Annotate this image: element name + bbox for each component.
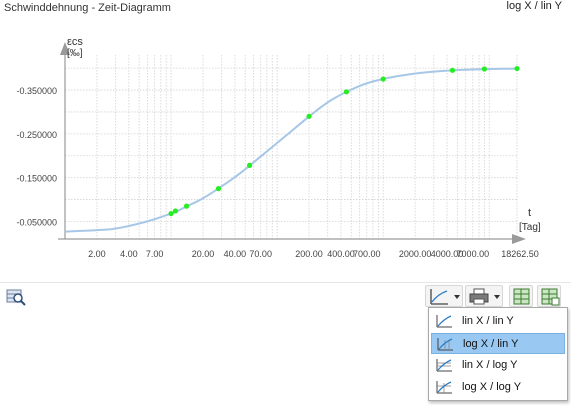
data-point-markers [168, 65, 520, 217]
axis-scale-menu: lin X / lin Y log X / lin Y lin X / log … [428, 307, 568, 401]
data-point-marker [343, 89, 350, 95]
x-tick-label: 2.00 [88, 249, 106, 259]
chart-grid [64, 55, 518, 239]
data-point-marker [168, 210, 174, 217]
export-table-icon [513, 288, 530, 305]
data-point-marker [215, 186, 222, 192]
chart-axes [58, 42, 526, 244]
log-lin-scale-icon [437, 338, 453, 351]
y-axis-symbol: εcs [67, 36, 83, 48]
log-log-scale-icon [436, 381, 452, 394]
shrinkage-time-chart: εcs [‰] t [Tag] -0.050000 -0.150000 -0.250… [16, 36, 541, 259]
zoom-table-button[interactable] [3, 285, 27, 307]
data-point-marker [246, 162, 253, 168]
y-tick-label: -0.150000 [16, 174, 57, 184]
data-point-marker [172, 208, 179, 214]
data-point-marker [306, 113, 312, 119]
x-tick-labels: 2.00 4.00 7.00 20.00 40.00 70.00 200.00 400.007… [88, 249, 539, 259]
y-tick-label: -0.350000 [16, 86, 57, 96]
y-tick-label: -0.250000 [16, 130, 57, 140]
menu-item-log-x-log-y[interactable]: log X / log Y [431, 377, 565, 398]
data-point-marker [183, 203, 190, 209]
x-tick-label: 200.00 [295, 249, 323, 259]
menu-item-log-x-lin-y[interactable]: log X / lin Y [431, 333, 565, 354]
x-axis-unit: [Tag] [519, 222, 541, 233]
x-tick-label: 700.00 [353, 249, 381, 259]
x-tick-label: 4.00 [120, 249, 138, 259]
print-dropdown-button[interactable] [465, 285, 503, 307]
menu-item-label: log X / log Y [462, 381, 522, 393]
x-tick-label: 400.00 [327, 249, 355, 259]
shrinkage-strain-curve [64, 67, 518, 233]
x-tick-label: 70.00 [249, 249, 272, 259]
x-tick-label: 20.00 [192, 249, 215, 259]
x-tick-label: 7000.00 [457, 249, 490, 259]
zoom-table-icon [6, 289, 26, 306]
chart-axis-scale-icon [430, 289, 460, 305]
x-tick-label: 7.00 [146, 249, 164, 259]
lin-log-scale-icon [436, 359, 452, 372]
x-axis-symbol: t [528, 207, 531, 219]
data-point-marker [514, 65, 520, 72]
axis-scale-dropdown-button[interactable] [425, 285, 463, 307]
x-axis-arrow-icon [512, 234, 526, 244]
x-tick-label: 2000.00 [399, 249, 432, 259]
y-axis-unit: [‰] [67, 48, 83, 59]
menu-item-label: lin X / lin Y [462, 315, 514, 327]
x-tick-label: 40.00 [224, 249, 247, 259]
y-tick-labels: -0.050000 -0.150000 -0.250000 -0.350000 [16, 86, 57, 227]
menu-item-label: lin X / log Y [462, 359, 518, 371]
data-point-marker [481, 66, 488, 72]
menu-item-lin-x-log-y[interactable]: lin X / log Y [431, 355, 565, 376]
export-table-all-button[interactable] [537, 285, 561, 307]
menu-item-label: log X / lin Y [463, 338, 519, 350]
data-point-marker [380, 76, 386, 82]
export-table-all-icon [541, 288, 560, 306]
data-point-marker [449, 67, 456, 73]
print-icon [469, 288, 500, 305]
lin-lin-scale-icon [436, 315, 452, 328]
export-table-button[interactable] [509, 285, 533, 307]
y-tick-label: -0.050000 [16, 217, 57, 227]
toolbar-divider [0, 282, 571, 283]
x-tick-label: 18262.50 [501, 249, 539, 259]
menu-item-lin-x-lin-y[interactable]: lin X / lin Y [431, 311, 565, 332]
